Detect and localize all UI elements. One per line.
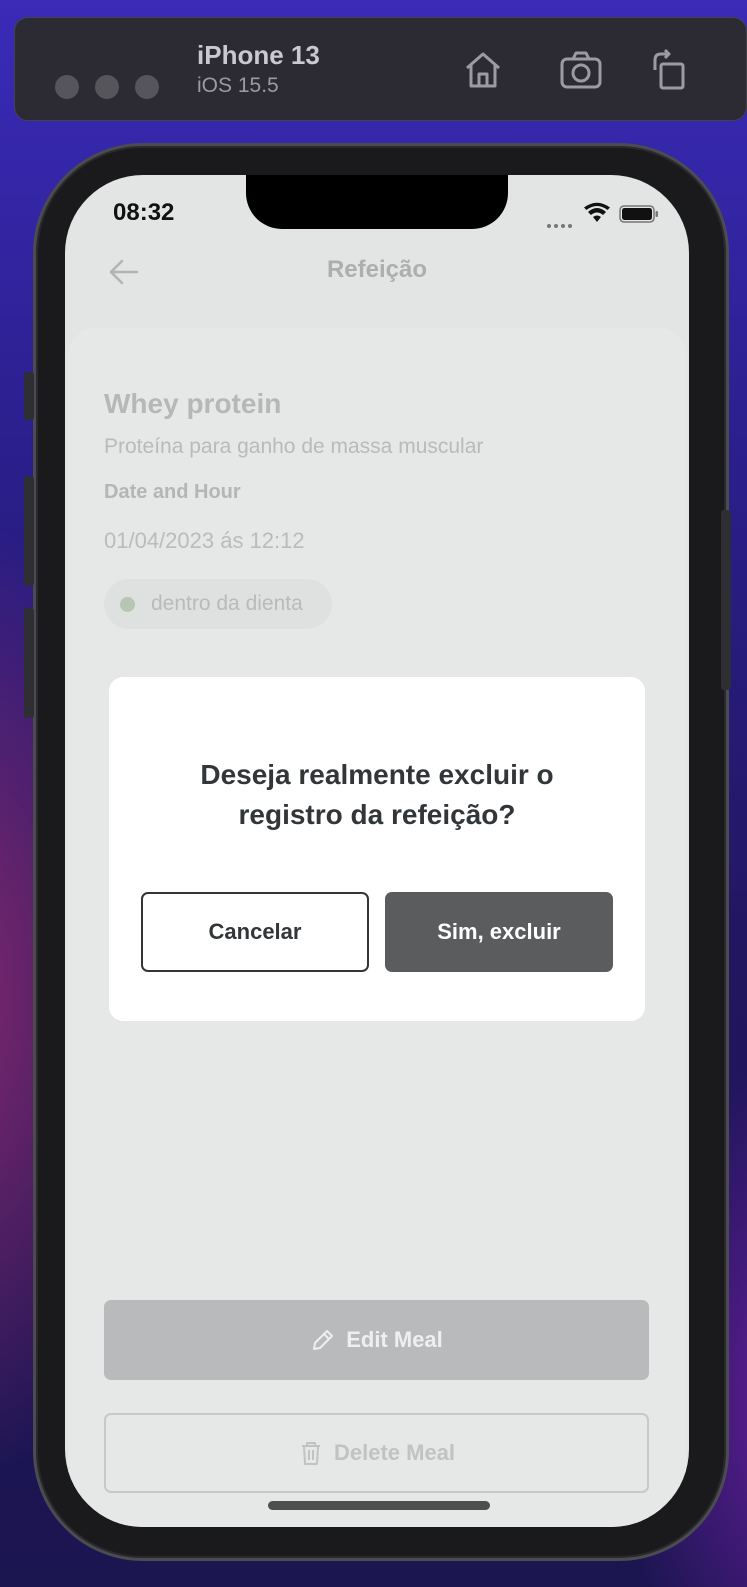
power-button [721,510,731,690]
rotate-icon[interactable] [647,46,695,94]
minimize-window-button[interactable] [95,75,119,99]
zoom-window-button[interactable] [135,75,159,99]
signal-icon [547,215,575,228]
notch [246,175,508,229]
pencil-icon [313,1330,334,1350]
delete-meal-label: Delete Meal [333,1440,456,1465]
device-os-version: iOS 15.5 [197,74,279,97]
device-name: iPhone 13 [197,40,320,70]
home-icon[interactable] [459,46,507,94]
status-dot-icon [120,597,135,612]
volume-down-button [24,608,34,718]
simulator-toolbar: iPhone 13 iOS 15.5 [14,17,747,121]
screenshot-icon[interactable] [557,46,605,94]
phone-screen: 08:32 Refeição Whey protein Proteína par… [65,175,689,1527]
confirm-delete-button[interactable]: Sim, excluir [385,892,613,972]
close-window-button[interactable] [55,75,79,99]
dialog-title: Deseja realmente excluir o registro da r… [200,759,554,830]
cancel-button[interactable]: Cancelar [141,892,369,972]
trash-icon [301,1442,320,1465]
page-title: Refeição [326,256,428,283]
edit-meal-button[interactable]: Edit Meal [104,1300,649,1380]
diet-status-badge: dentro da dienta [104,579,332,629]
delete-meal-button[interactable]: Delete Meal [104,1413,649,1493]
volume-up-button [24,476,34,586]
battery-icon [619,205,658,223]
meal-description: Proteína para ganho de massa muscular [104,435,484,458]
date-label: Date and Hour [104,481,241,503]
delete-confirmation-dialog: Deseja realmente excluir o registro da r… [109,677,645,1021]
diet-status-text: dentro da dienta [151,592,303,615]
edit-meal-label: Edit Meal [346,1327,443,1352]
mute-switch [24,372,34,420]
home-indicator[interactable] [268,1501,490,1510]
status-time: 08:32 [113,199,175,226]
wifi-icon [584,202,610,222]
meal-name: Whey protein [104,388,282,419]
date-value: 01/04/2023 ás 12:12 [104,528,305,553]
